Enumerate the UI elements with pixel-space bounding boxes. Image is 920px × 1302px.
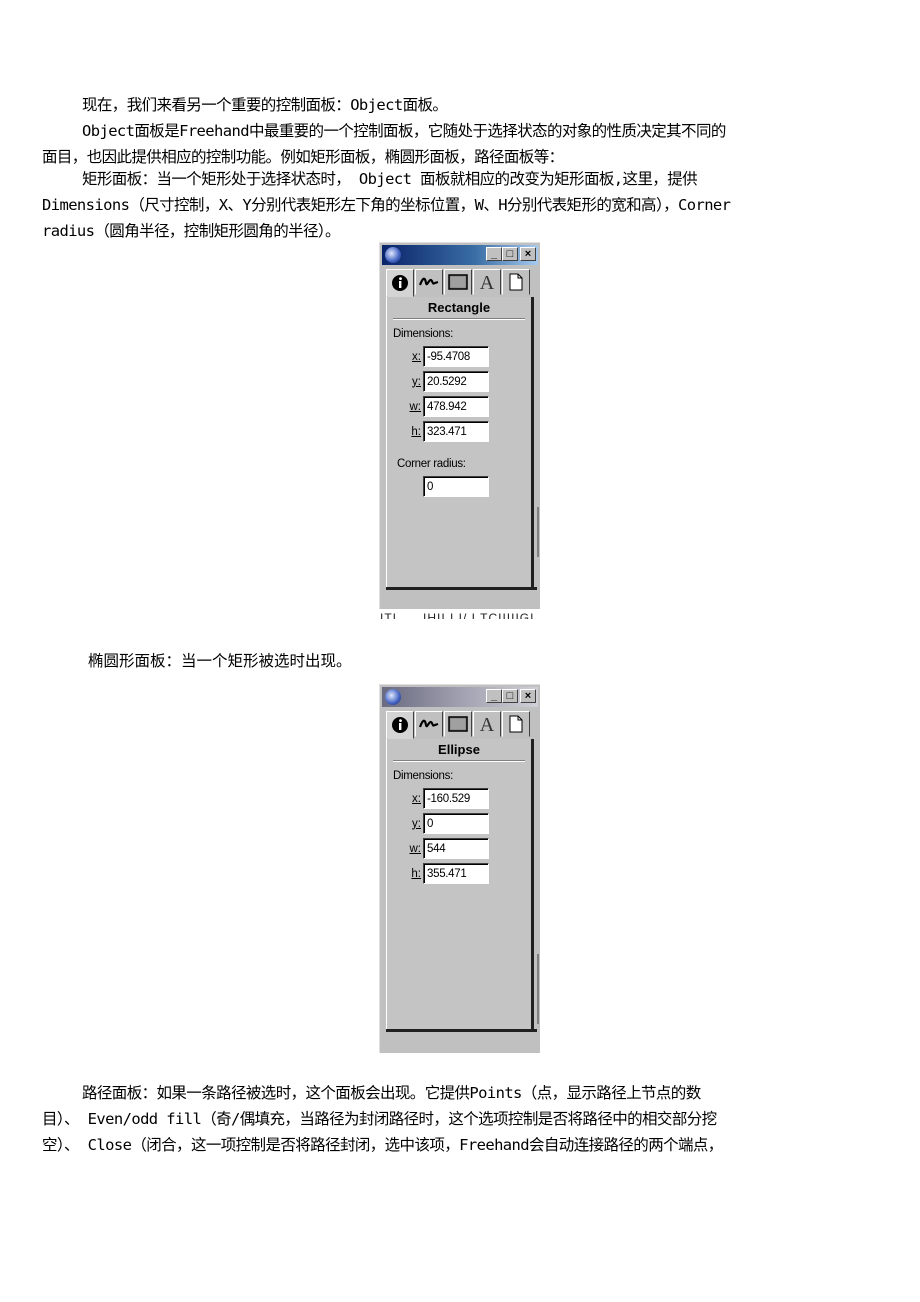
freehand-app-icon [385,247,401,263]
text-icon: A [480,714,495,734]
tab-text[interactable]: A [473,711,501,737]
paragraph-path-panel: 路径面板：如果一条路径被选时，这个面板会出现。它提供Points（点，显示路径上… [42,1084,723,1154]
h-label: h: [411,425,421,438]
object-type-title: Ellipse [438,742,480,757]
x-field-row: x: -95.4708 [387,344,531,369]
close-button[interactable]: × [520,247,536,261]
y-input[interactable]: 0 [423,813,489,834]
svg-text:A: A [480,272,495,292]
svg-text:A: A [480,714,495,734]
y-input[interactable]: 20.5292 [423,371,489,392]
inspector-tabs: A [386,269,534,297]
h-field-row: h: 355.471 [387,861,531,886]
document-icon [509,273,523,291]
document-icon [509,715,523,733]
panel-edge-mark [537,507,539,557]
x-input[interactable]: -95.4708 [423,346,489,367]
panel-edge-mark [537,954,539,1024]
w-field-row: w: 478.942 [387,394,531,419]
corner-radius-label: Corner radius: [397,458,466,470]
corner-radius-input[interactable]: 0 [423,476,489,497]
y-field-row: y: 0 [387,811,531,836]
paragraph-object-panel: Object面板是Freehand中最重要的一个控制面板，它随处于选择状态的对象… [42,122,726,166]
panel-titlebar[interactable]: _ □ × [382,687,538,707]
panel-content: Rectangle Dimensions: x: -95.4708 y: 20.… [386,297,539,587]
w-input[interactable]: 544 [423,838,489,859]
minimize-button[interactable]: _ [486,689,502,703]
tab-document[interactable] [502,269,530,295]
tab-fill[interactable] [444,711,472,737]
tab-document[interactable] [502,711,530,737]
panel-titlebar[interactable]: _ □ × [382,245,538,265]
h-input[interactable]: 323.471 [423,421,489,442]
close-button[interactable]: × [520,689,536,703]
tab-fill[interactable] [444,269,472,295]
info-icon [392,717,408,733]
stroke-icon [419,277,439,286]
panel-content: Ellipse Dimensions: x: -160.529 y: 0 w: … [386,739,539,1029]
dimensions-label: Dimensions: [393,770,453,782]
ellipse-object-panel: _ □ × A Ellipse Dimensions: x: -160.529 … [379,684,540,1053]
rectangle-object-panel: _ □ × A Rectangle Dimensions: x: -95.470… [379,242,540,609]
corner-radius-row: 0 [387,474,531,499]
w-field-row: w: 544 [387,836,531,861]
panel-bottom-border [386,1029,537,1032]
x-field-row: x: -160.529 [387,786,531,811]
h-field-row: h: 323.471 [387,419,531,444]
tab-stroke[interactable] [415,269,443,295]
stroke-icon [419,719,439,728]
text-icon: A [480,272,495,292]
y-label: y: [412,817,421,830]
panel-bottom-border [386,587,537,590]
tab-text[interactable]: A [473,269,501,295]
w-input[interactable]: 478.942 [423,396,489,417]
y-field-row: y: 20.5292 [387,369,531,394]
h-input[interactable]: 355.471 [423,863,489,884]
paragraph-ellipse-panel: 椭圆形面板：当一个矩形被选时出现。 [88,652,352,670]
w-label: w: [409,400,422,413]
x-label: x: [412,792,421,805]
info-icon [392,275,408,291]
h-label: h: [411,867,421,880]
fill-icon [448,274,468,290]
paragraph-rectangle-panel: 矩形面板：当一个矩形处于选择状态时， Object 面板就相应的改变为矩形面板,… [42,170,731,240]
paragraph-intro: 现在，我们来看另一个重要的控制面板：Object面板。 [82,96,448,114]
x-input[interactable]: -160.529 [423,788,489,809]
maximize-button[interactable]: □ [502,689,518,703]
x-label: x: [412,350,421,363]
inspector-tabs: A [386,711,534,739]
tab-object-info[interactable] [386,269,414,297]
minimize-button[interactable]: _ [486,247,502,261]
dimensions-label: Dimensions: [393,328,453,340]
fill-icon [448,716,468,732]
object-type-title: Rectangle [427,300,491,315]
maximize-button[interactable]: □ [502,247,518,261]
cropped-background-text: ITI IHII I I/ I TCIIIIIGI [380,611,535,619]
y-label: y: [412,375,421,388]
w-label: w: [409,842,422,855]
tab-object-info[interactable] [386,711,414,739]
freehand-app-icon [385,689,401,705]
tab-stroke[interactable] [415,711,443,737]
